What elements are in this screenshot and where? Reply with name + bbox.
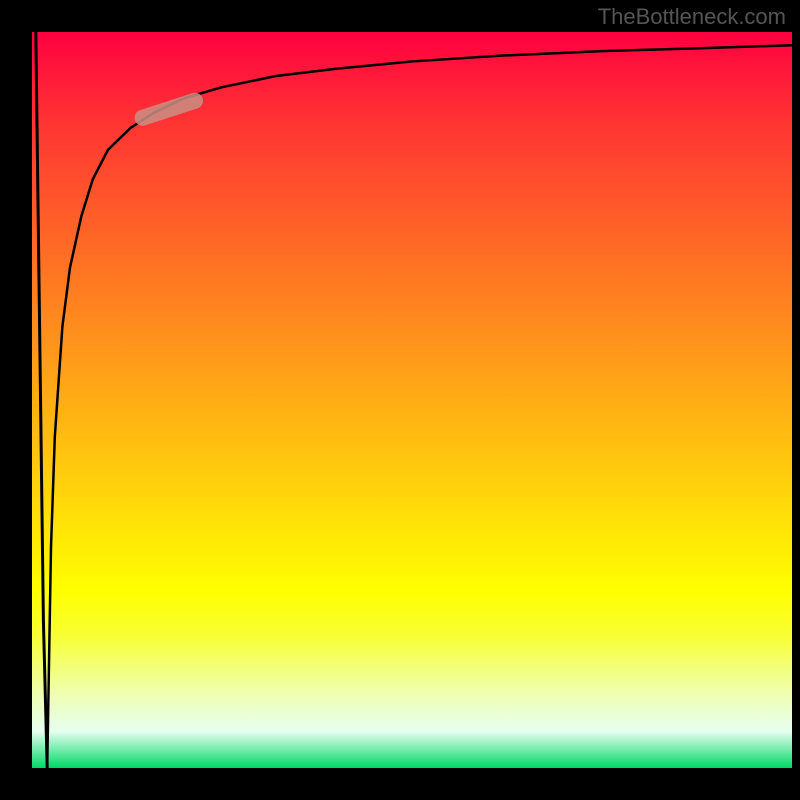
chart-curve-layer <box>32 32 792 768</box>
watermark-text: TheBottleneck.com <box>598 4 786 30</box>
series-initial-drop <box>36 32 47 768</box>
annotation-highlight-segment <box>133 91 206 128</box>
series-log-curve <box>47 45 792 768</box>
chart-plot-area <box>32 32 792 768</box>
